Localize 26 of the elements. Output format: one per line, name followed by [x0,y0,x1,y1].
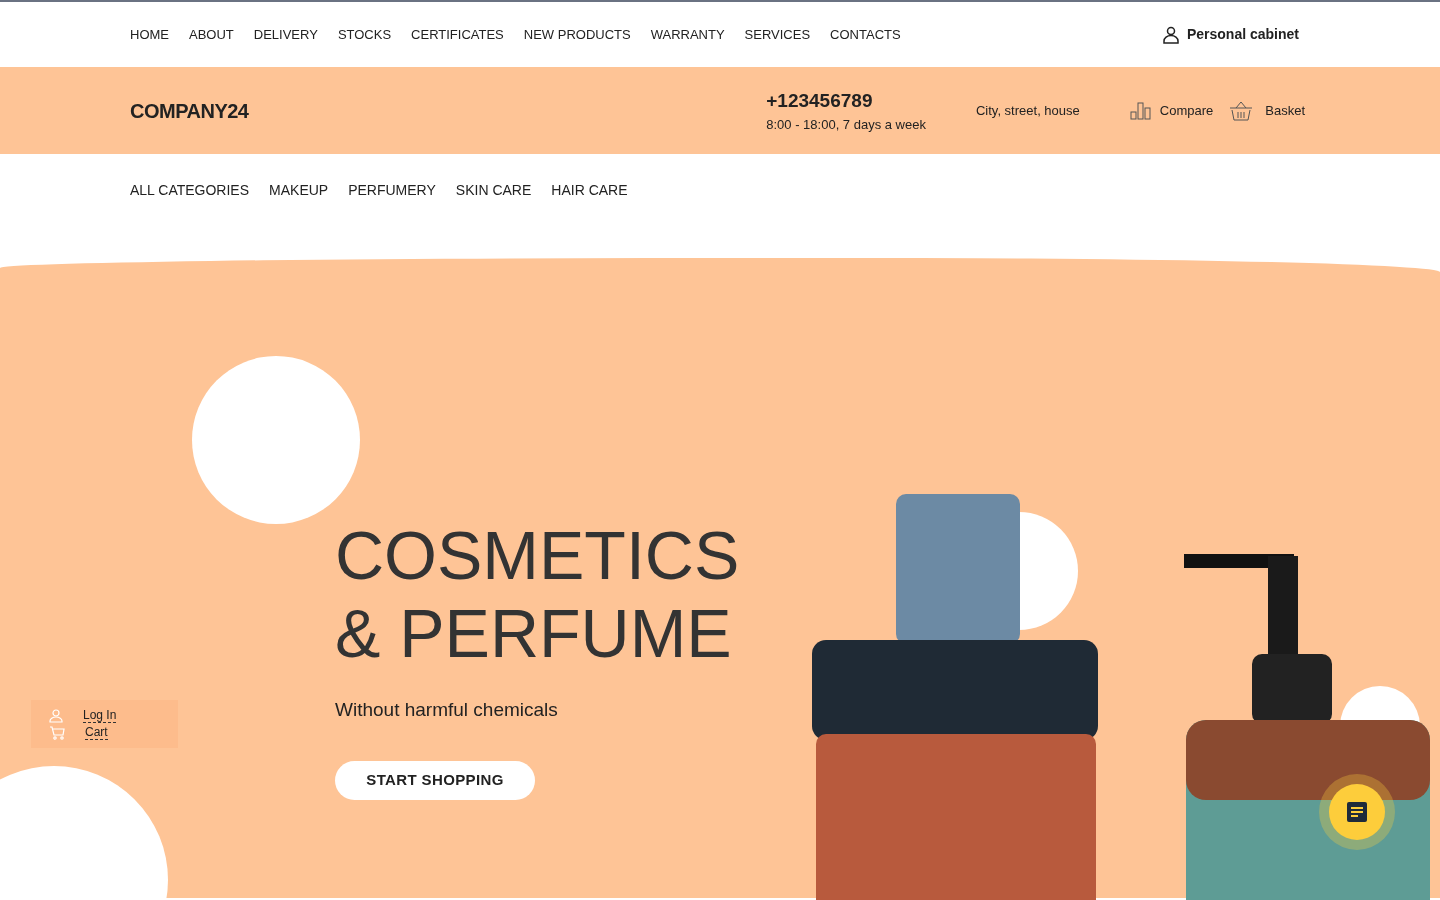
compare-link[interactable]: Compare [1129,100,1214,121]
nav-link[interactable]: WARRANTY [650,24,725,45]
working-hours: 8:00 - 18:00, 7 days a week [766,116,926,134]
category-link[interactable]: MAKEUP [269,179,329,201]
nav-link[interactable]: CONTACTS [830,24,901,45]
hero-subtitle: Without harmful chemicals [335,698,559,722]
nav-link[interactable]: STOCKS [337,24,392,45]
basket-link[interactable]: Basket [1229,100,1305,121]
nav-link[interactable]: ABOUT [189,24,234,45]
personal-cabinet-link[interactable]: Personal cabinet [1162,24,1299,45]
nav-link[interactable]: SERVICES [744,24,811,45]
company-logo[interactable]: COMPANY24 [130,95,249,126]
hero-title: COSMETICS & PERFUME [335,516,740,672]
cart-link[interactable]: Cart [85,725,108,740]
category-link[interactable]: SKIN CARE [455,179,532,201]
address: City, street, house [975,101,1080,120]
nav-link[interactable]: DELIVERY [253,24,318,45]
start-shopping-button[interactable]: START SHOPPING [335,760,535,800]
category-link[interactable]: PERFUMERY [348,179,436,201]
category-link[interactable]: HAIR CARE [551,179,628,201]
nav-link[interactable]: NEW PRODUCTS [523,24,631,45]
nav-link[interactable]: CERTIFICATES [411,24,504,45]
nav-link[interactable]: HOME [130,24,169,45]
category-link[interactable]: ALL CATEGORIES [130,179,250,201]
phone-number: +123456789 [766,88,874,113]
login-link[interactable]: Log In [83,708,117,723]
